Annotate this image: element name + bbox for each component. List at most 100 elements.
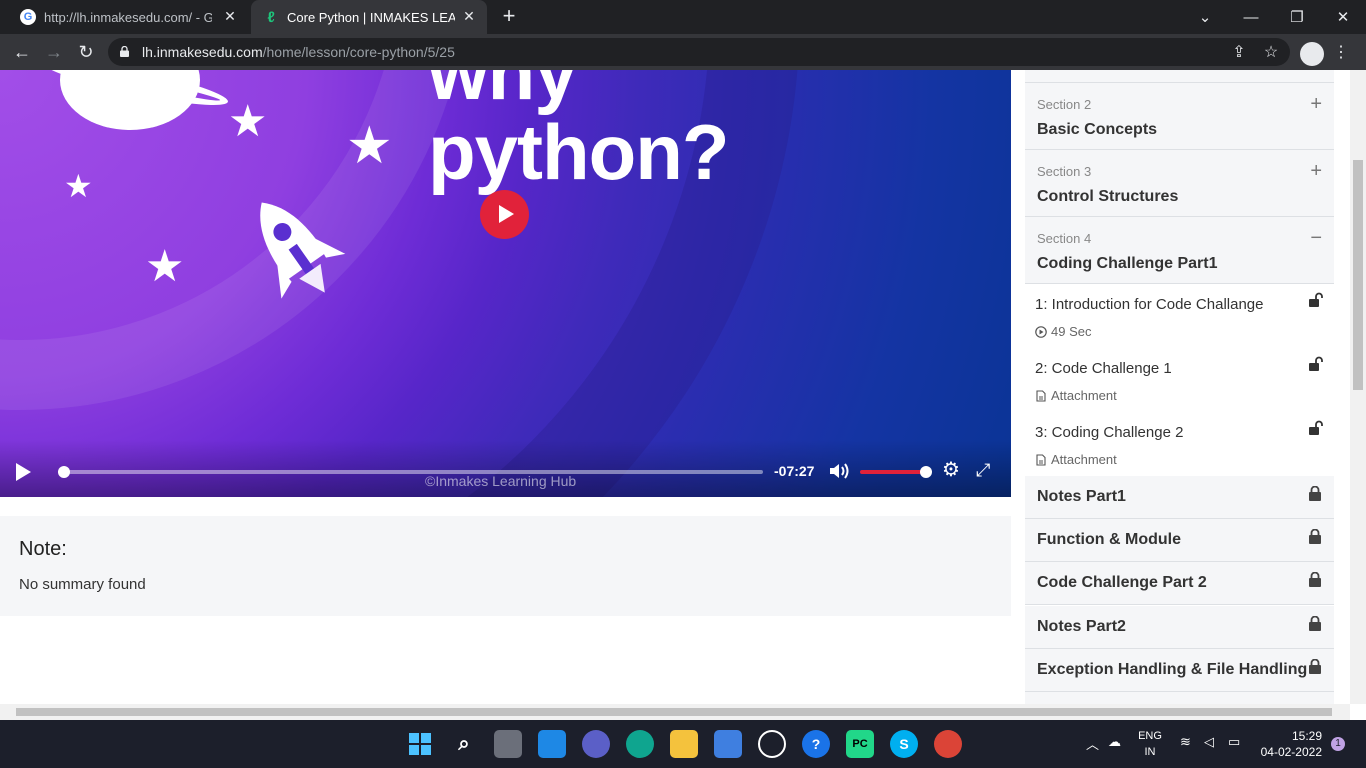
- section-name: Control Structures: [1037, 188, 1179, 205]
- speaker-icon[interactable]: ◁: [1204, 734, 1214, 750]
- unlock-icon: [1309, 420, 1323, 435]
- bookmark-star-icon[interactable]: ☆: [1258, 39, 1284, 65]
- star-icon: ★: [228, 97, 268, 146]
- profile-avatar-icon[interactable]: [1300, 42, 1324, 66]
- lesson-title: 3: Coding Challenge 2: [1035, 424, 1184, 441]
- wifi-icon[interactable]: ≋: [1180, 734, 1191, 750]
- video-headline: why python?: [428, 70, 730, 196]
- lock-icon[interactable]: [120, 46, 129, 57]
- close-tab-icon[interactable]: ✕: [461, 8, 477, 24]
- notification-badge[interactable]: 1: [1331, 737, 1345, 751]
- expand-plus-icon[interactable]: +: [1310, 160, 1322, 183]
- horizontal-scroll-thumb[interactable]: [16, 708, 1332, 716]
- widgets-icon[interactable]: [538, 730, 566, 758]
- forward-button[interactable]: →: [41, 39, 67, 65]
- show-hidden-icons-chevron[interactable]: ︿: [1086, 734, 1099, 753]
- windows-taskbar: ⌕ ? PC S ︿ ☁ ENG IN ≋ ◁ ▭ 15:29 04-02-20…: [0, 720, 1366, 768]
- address-bar[interactable]: lh.inmakesedu.com/home/lesson/core-pytho…: [108, 38, 1290, 66]
- google-favicon-icon: G: [20, 9, 36, 25]
- close-window-button[interactable]: ✕: [1320, 0, 1366, 34]
- horizontal-scrollbar[interactable]: [0, 704, 1350, 720]
- reload-button[interactable]: ↻: [73, 39, 99, 65]
- onedrive-cloud-icon[interactable]: ☁: [1108, 734, 1121, 750]
- expand-plus-icon[interactable]: +: [1310, 93, 1322, 116]
- fullscreen-icon[interactable]: ⤢: [976, 460, 996, 480]
- seek-handle[interactable]: [58, 466, 70, 478]
- share-icon[interactable]: ⇪: [1226, 39, 1252, 65]
- tab-title: http://lh.inmakesedu.com/ - Goo: [44, 9, 212, 25]
- lesson-meta: 49 Sec: [1035, 324, 1091, 339]
- app-icon[interactable]: [758, 730, 786, 758]
- battery-icon[interactable]: ▭: [1228, 734, 1240, 750]
- browser-tab-core-python[interactable]: ℓ Core Python | INMAKES LEARNIN ✕: [251, 0, 487, 34]
- language-indicator[interactable]: ENG IN: [1136, 728, 1164, 760]
- locked-section-code-challenge-part2[interactable]: Code Challenge Part 2: [1025, 562, 1334, 605]
- restore-button[interactable]: ❐: [1274, 0, 1320, 34]
- lesson-title: 2: Code Challenge 1: [1035, 360, 1172, 377]
- start-windows-icon[interactable]: [406, 730, 434, 758]
- volume-handle[interactable]: [920, 466, 932, 478]
- skype-icon[interactable]: S: [890, 730, 918, 758]
- star-icon: ★: [64, 168, 93, 204]
- new-tab-button[interactable]: +: [498, 5, 520, 28]
- section-label: Section 2: [1037, 97, 1092, 112]
- section-coding-challenge-part1[interactable]: Section 4 Coding Challenge Part1 −: [1025, 217, 1334, 284]
- system-clock[interactable]: 15:29 04-02-2022: [1258, 728, 1322, 760]
- file-icon: [1036, 389, 1046, 402]
- locked-section-exception-handling[interactable]: Exception Handling & File Handling: [1025, 649, 1334, 692]
- section-name: Function & Module: [1037, 531, 1181, 548]
- tab-search-icon[interactable]: ⌄: [1182, 0, 1228, 34]
- file-icon: [1036, 453, 1046, 466]
- section-header-partial[interactable]: [1025, 70, 1334, 83]
- chrome-icon[interactable]: [934, 730, 962, 758]
- tab-title: Core Python | INMAKES LEARNIN: [287, 9, 455, 25]
- collapse-minus-icon[interactable]: −: [1310, 227, 1322, 250]
- video-player[interactable]: ★ ★ ★ ★ why python? -07:27 ⚙ ⤢ ©Inmakes …: [0, 70, 1011, 497]
- menu-kebab-icon[interactable]: ⋮: [1328, 39, 1354, 65]
- lesson-item[interactable]: 1: Introduction for Code Challange 49 Se…: [1025, 284, 1334, 348]
- time-remaining: -07:27: [774, 463, 815, 479]
- section-name: Code Challenge Part 2: [1037, 574, 1207, 591]
- locked-section-partial[interactable]: [1025, 692, 1334, 704]
- microsoft-store-icon[interactable]: [714, 730, 742, 758]
- vertical-scroll-thumb[interactable]: [1353, 160, 1363, 390]
- lesson-item[interactable]: 3: Coding Challenge 2 Attachment: [1025, 412, 1334, 476]
- help-icon[interactable]: ?: [802, 730, 830, 758]
- browser-tab-strip: G http://lh.inmakesedu.com/ - Goo ✕ ℓ Co…: [0, 0, 1366, 34]
- course-sidebar: Section 2 Basic Concepts + Section 3 Con…: [1025, 70, 1334, 704]
- lock-icon: [1309, 486, 1321, 501]
- big-play-button[interactable]: [480, 190, 529, 239]
- locked-section-notes-part2[interactable]: Notes Part2: [1025, 606, 1334, 649]
- browser-tab-google[interactable]: G http://lh.inmakesedu.com/ - Goo ✕: [8, 0, 248, 34]
- play-button[interactable]: [16, 463, 31, 481]
- lesson-item[interactable]: 2: Code Challenge 1 Attachment: [1025, 348, 1334, 412]
- file-explorer-icon[interactable]: [670, 730, 698, 758]
- task-view-icon[interactable]: [494, 730, 522, 758]
- page-content: ★ ★ ★ ★ why python? -07:27 ⚙ ⤢ ©Inmakes …: [0, 70, 1350, 704]
- pycharm-icon[interactable]: PC: [846, 730, 874, 758]
- minimize-button[interactable]: —: [1228, 0, 1274, 34]
- section-control-structures[interactable]: Section 3 Control Structures +: [1025, 150, 1334, 217]
- locked-section-notes-part1[interactable]: Notes Part1: [1025, 476, 1334, 519]
- teams-chat-icon[interactable]: [582, 730, 610, 758]
- section-label: Section 4: [1037, 231, 1092, 246]
- section-name: Basic Concepts: [1037, 121, 1158, 138]
- settings-gear-icon[interactable]: ⚙: [942, 460, 960, 480]
- seek-bar[interactable]: [58, 466, 763, 478]
- search-icon[interactable]: ⌕: [450, 730, 478, 758]
- volume-icon[interactable]: [828, 461, 850, 481]
- section-name: Notes Part2: [1037, 618, 1126, 635]
- section-basic-concepts[interactable]: Section 2 Basic Concepts +: [1025, 83, 1334, 150]
- locked-section-function-module[interactable]: Function & Module: [1025, 519, 1334, 562]
- edge-browser-icon[interactable]: [626, 730, 654, 758]
- lock-icon: [1309, 529, 1321, 544]
- section-name: Notes Part1: [1037, 488, 1126, 505]
- volume-slider[interactable]: [860, 466, 932, 478]
- url-text: lh.inmakesedu.com/home/lesson/core-pytho…: [142, 44, 455, 60]
- vertical-scrollbar[interactable]: [1350, 70, 1366, 704]
- close-tab-icon[interactable]: ✕: [222, 8, 238, 24]
- section-name: Exception Handling & File Handling: [1037, 661, 1308, 678]
- note-text: No summary found: [19, 576, 146, 593]
- back-button[interactable]: ←: [9, 39, 35, 65]
- video-watermark: ©Inmakes Learning Hub: [425, 473, 577, 489]
